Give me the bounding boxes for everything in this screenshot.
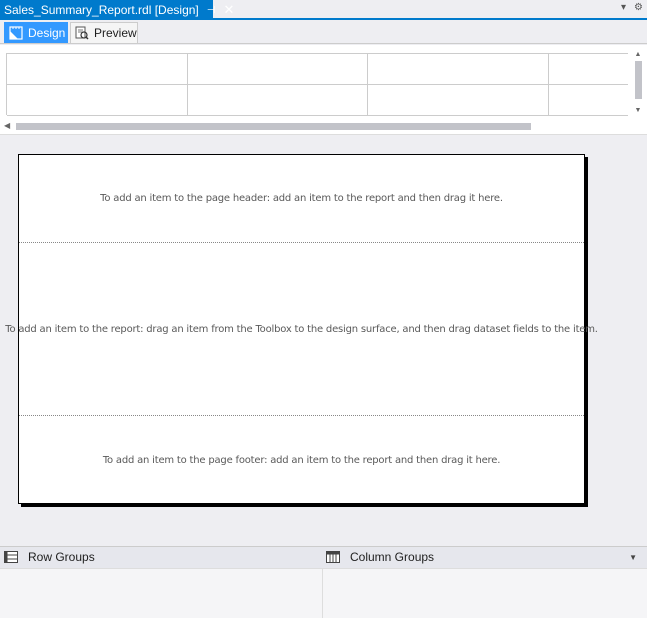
view-mode-toolbar: Design Preview [0, 20, 647, 44]
grid-cell[interactable] [187, 85, 369, 116]
design-surface-area: To add an item to the page header: add a… [0, 136, 647, 544]
vertical-scrollbar[interactable]: ▲ ▼ [633, 51, 643, 117]
dataset-grid [6, 53, 628, 116]
grouping-panes [0, 568, 647, 618]
horizontal-scrollbar[interactable]: ◀ [4, 121, 604, 131]
page-header-hint: To add an item to the page header: add a… [100, 193, 503, 204]
tab-design-label: Design [28, 25, 66, 40]
window-controls: ▾ ⚙ [621, 2, 643, 13]
grid-cell[interactable] [187, 54, 369, 85]
pin-icon[interactable]: ⊣ [207, 5, 216, 16]
grid-cell[interactable] [368, 54, 550, 85]
grid-cell[interactable] [549, 85, 628, 116]
gear-icon[interactable]: ⚙ [634, 2, 643, 13]
grid-row [7, 54, 628, 85]
dataset-grid-area: ▲ ▼ ◀ [0, 45, 647, 135]
preview-icon [75, 26, 89, 40]
page-header-section[interactable]: To add an item to the page header: add a… [19, 155, 584, 243]
column-groups-header[interactable]: Column Groups [326, 550, 434, 564]
row-groups-header[interactable]: Row Groups [4, 550, 95, 564]
row-groups-icon [4, 551, 18, 563]
grid-cell[interactable] [7, 85, 188, 116]
grid-cell[interactable] [368, 85, 550, 116]
vertical-scroll-thumb[interactable] [634, 61, 642, 99]
grouping-bar: Row Groups Column Groups ▼ [0, 546, 647, 568]
design-ruler-icon [9, 25, 23, 40]
column-groups-label: Column Groups [350, 550, 435, 564]
grid-row [7, 85, 628, 116]
chevron-down-icon[interactable]: ▼ [629, 553, 637, 562]
scroll-left-icon[interactable]: ◀ [4, 121, 10, 130]
report-design-surface[interactable]: To add an item to the page header: add a… [5, 154, 598, 504]
document-tab[interactable]: Sales_Summary_Report.rdl [Design] ⊣ ✕ [0, 0, 234, 20]
document-tab-title: Sales_Summary_Report.rdl [Design] [4, 3, 199, 17]
grid-cell[interactable] [549, 54, 628, 85]
page-footer-hint: To add an item to the page footer: add a… [102, 454, 501, 466]
tab-design[interactable]: Design [4, 22, 68, 43]
report-body-section[interactable]: To add an item to the report: drag an it… [5, 243, 598, 416]
report-body-hint: To add an item to the report: drag an it… [5, 323, 598, 335]
page-footer-section[interactable]: To add an item to the page footer: add a… [19, 416, 584, 504]
pane-divider[interactable] [322, 569, 323, 618]
row-groups-label: Row Groups [28, 550, 95, 564]
scroll-down-icon[interactable]: ▼ [633, 107, 643, 115]
close-icon[interactable]: ✕ [223, 2, 234, 18]
tab-dropdown-icon[interactable]: ▾ [621, 2, 626, 13]
column-groups-icon [326, 551, 340, 563]
tab-preview[interactable]: Preview [70, 22, 138, 43]
scroll-up-icon[interactable]: ▲ [633, 51, 643, 59]
document-tab-strip: Sales_Summary_Report.rdl [Design] ⊣ ✕ ▾ … [0, 0, 647, 20]
tab-preview-label: Preview [94, 26, 137, 40]
grid-cell[interactable] [7, 54, 188, 85]
horizontal-scroll-thumb[interactable] [16, 123, 531, 130]
